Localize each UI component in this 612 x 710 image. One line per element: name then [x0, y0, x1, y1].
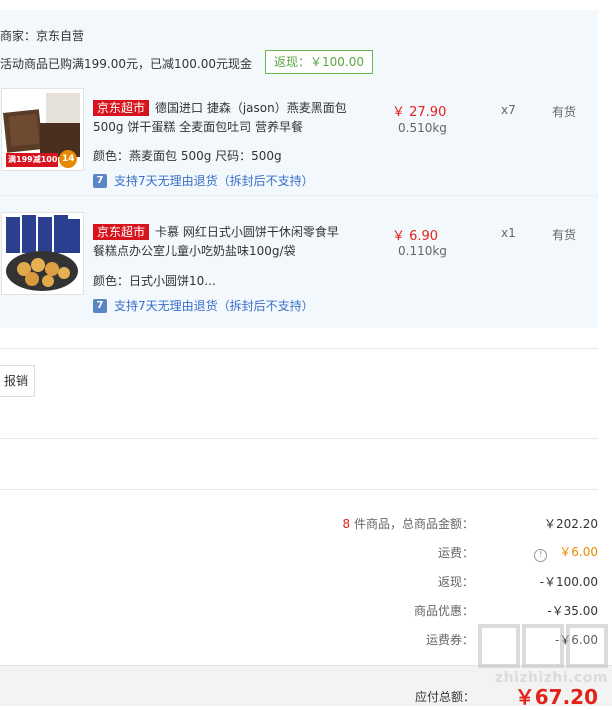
return-policy-icon: 7: [93, 173, 107, 188]
item-weight: 0.110kg: [398, 244, 447, 258]
product-title-2[interactable]: 京东超市 卡慕 网红日式小圆饼干休闲零食早餐糕点办公室儿童小吃奶盐味100g/袋: [93, 223, 348, 261]
cashback-amount: -￥100.00: [539, 575, 598, 589]
payable-label: 应付总额：: [414, 690, 475, 704]
discount-label: 商品优惠：: [413, 604, 474, 618]
return-service-label: 支持7天无理由退货（拆封后不支持）: [114, 174, 314, 188]
goods-total: ￥202.20: [544, 517, 598, 531]
info-icon[interactable]: !: [534, 549, 548, 562]
item-price: ￥ 6.90: [392, 229, 439, 244]
product-thumbnail[interactable]: [1, 212, 84, 295]
stock-status: 有货: [552, 228, 577, 242]
supermarket-tag: 京东超市: [93, 100, 150, 116]
return-service[interactable]: 7 支持7天无理由退货（拆封后不支持）: [93, 297, 314, 314]
item-quantity: x1: [501, 226, 516, 240]
coupon-label: 运费券：: [425, 633, 474, 647]
order-panel: 商家：京东自营 活动商品已购满199.00元，已减100.00元现金 返现：￥1…: [0, 10, 598, 328]
thumb-caption: 满199减100: [8, 155, 58, 164]
cashback-badge: 返现：￥100.00: [265, 50, 373, 74]
site-watermark: zhizhizhi.com: [478, 624, 608, 686]
item-price: ￥ 27.90: [392, 105, 447, 120]
return-service-label: 支持7天无理由退货（拆封后不支持）: [114, 299, 314, 313]
item-weight: 0.510kg: [398, 121, 447, 135]
stock-status: 有货: [552, 105, 577, 119]
promo-text: 活动商品已购满199.00元，已减100.00元现金: [0, 57, 252, 71]
reimbursement-button[interactable]: 报销: [0, 365, 35, 397]
item-quantity: x7: [501, 103, 516, 117]
merchant-label: 商家：京东自营: [0, 29, 85, 43]
item-divider: [0, 195, 598, 196]
product-thumbnail[interactable]: 满199减100 14: [1, 88, 84, 171]
biscuit-icon: [2, 213, 83, 294]
supermarket-tag: 京东超市: [93, 224, 150, 240]
section-divider: [0, 348, 598, 349]
return-service[interactable]: 7 支持7天无理由退货（拆封后不支持）: [93, 172, 314, 189]
thumb-badge: 14: [62, 154, 75, 164]
discount-amount: -￥35.00: [547, 604, 598, 618]
watermark-text: zhizhizhi.com: [494, 670, 608, 686]
return-policy-icon: 7: [93, 298, 107, 313]
product-title-1[interactable]: 京东超市 德国进口 捷森（jason）燕麦黑面包500g 饼干蛋糕 全麦面包吐司 …: [93, 99, 348, 137]
shipping-fee: ! ￥6.00: [534, 543, 598, 562]
item-attributes: 颜色：日式小圆饼10...: [93, 274, 216, 288]
watermark-logo: [478, 624, 608, 668]
cashback-label: 返现：: [437, 575, 474, 589]
section-divider: [0, 438, 598, 439]
shipping-label: 运费：: [437, 546, 474, 560]
section-divider: [0, 489, 598, 490]
item-attributes: 颜色：燕麦面包 500g 尺码：500g: [93, 149, 282, 163]
item-count-label: 8 件商品，总商品金额：: [342, 517, 474, 531]
